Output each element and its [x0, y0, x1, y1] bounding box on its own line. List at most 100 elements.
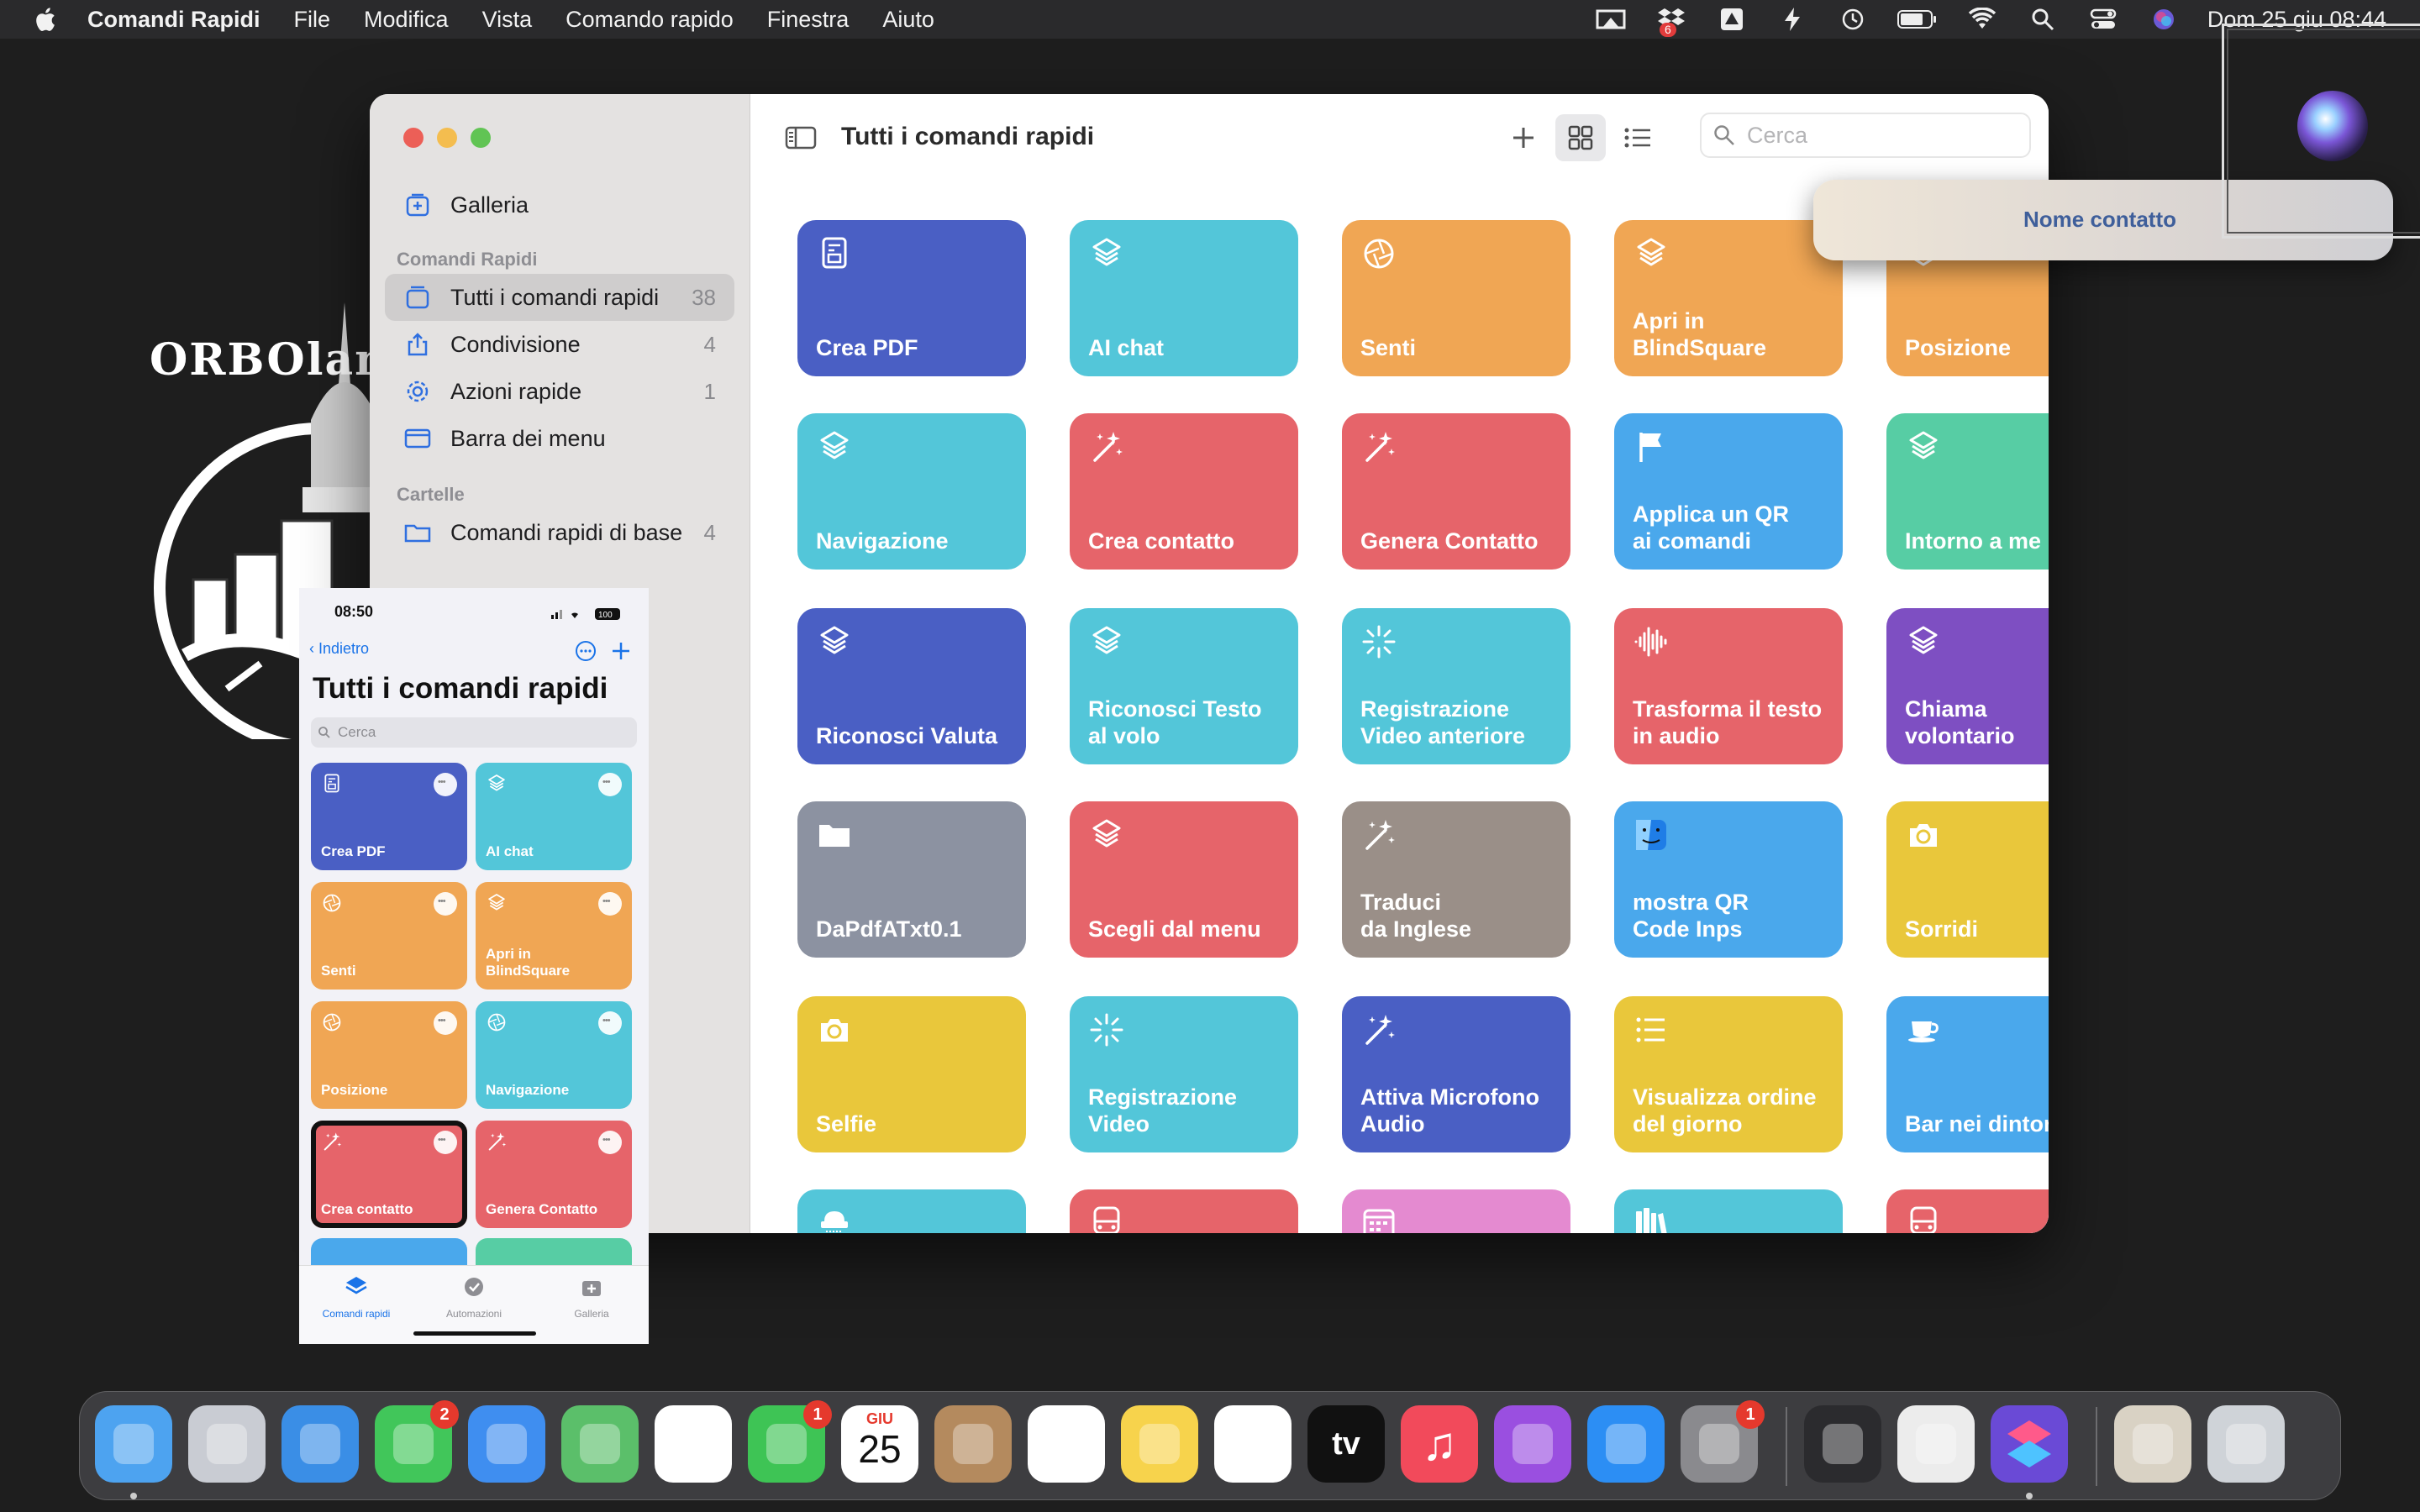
shortcut-tile[interactable]: Registrazione Video anteriore: [1342, 608, 1570, 764]
time-machine-icon[interactable]: [1836, 7, 1870, 32]
phone-add-icon[interactable]: [610, 640, 632, 662]
shortcut-tile[interactable]: Bar nei dintorni: [1886, 996, 2049, 1152]
dock-app-quicktime[interactable]: [1804, 1405, 1881, 1483]
apple-menu-icon[interactable]: [32, 6, 57, 33]
shortcut-tile[interactable]: Traduci da Inglese: [1342, 801, 1570, 958]
dock-app-launchpad[interactable]: [188, 1405, 266, 1483]
add-shortcut-button[interactable]: [1498, 114, 1549, 161]
dock-app-cestino[interactable]: [2207, 1405, 2285, 1483]
search-input[interactable]: [1745, 121, 2018, 150]
shortcut-tile[interactable]: Senti: [1342, 220, 1570, 376]
phone-tab-shortcuts[interactable]: Comandi rapidi: [306, 1308, 407, 1320]
shortcut-tile[interactable]: Visualizza ordine del giorno: [1614, 996, 1843, 1152]
more-options-icon[interactable]: [434, 1131, 457, 1154]
shortcut-tile[interactable]: Scarica file: [797, 1189, 1026, 1233]
shortcut-tile[interactable]: Applica un QR ai comandi: [1614, 413, 1843, 570]
more-options-icon[interactable]: [434, 892, 457, 916]
control-center-icon[interactable]: [2086, 7, 2120, 32]
drive-icon[interactable]: [1715, 7, 1749, 32]
sidebar-item-galleria[interactable]: Galleria: [385, 181, 734, 228]
spotlight-icon[interactable]: [2026, 7, 2060, 32]
shortcut-tile[interactable]: AI chat: [1070, 220, 1298, 376]
dock-app-apple-tv[interactable]: tv: [1307, 1405, 1385, 1483]
menu-comando-rapido[interactable]: Comando rapido: [566, 7, 734, 33]
bolt-icon[interactable]: [1776, 7, 1809, 32]
more-options-icon[interactable]: [598, 892, 622, 916]
phone-back-button[interactable]: ‹ Indietro: [309, 640, 369, 658]
shortcut-tile[interactable]: DaPdfATxt0.1: [797, 801, 1026, 958]
menu-vista[interactable]: Vista: [482, 7, 533, 33]
grid-view-button[interactable]: [1555, 114, 1606, 161]
dock-app-mail[interactable]: [468, 1405, 545, 1483]
shortcut-tile[interactable]: Selfie: [797, 996, 1026, 1152]
more-options-icon[interactable]: [434, 1011, 457, 1035]
dock-app-freeform[interactable]: [1214, 1405, 1292, 1483]
phone-tab-gallery[interactable]: Galleria: [541, 1308, 642, 1320]
more-options-icon[interactable]: [598, 773, 622, 796]
shortcut-tile[interactable]: Crea PDF: [797, 220, 1026, 376]
phone-shortcut-tile[interactable]: Apri in BlindSquare: [476, 882, 632, 990]
more-options-icon[interactable]: [598, 1011, 622, 1035]
shortcut-tile[interactable]: Apri Safari Reader: [1614, 1189, 1843, 1233]
list-view-button[interactable]: [1612, 114, 1663, 161]
wifi-icon[interactable]: [1965, 7, 1999, 32]
shortcut-tile[interactable]: Trasforma il testo in audio: [1614, 608, 1843, 764]
more-options-icon[interactable]: [434, 773, 457, 796]
phone-shortcut-tile[interactable]: Crea contatto: [311, 1121, 467, 1228]
dock-app-safari[interactable]: [281, 1405, 359, 1483]
phone-shortcut-tile[interactable]: Genera Contatto: [476, 1121, 632, 1228]
sidebar-item-azioni-rapide[interactable]: Azioni rapide 1: [385, 368, 734, 415]
shortcut-tile[interactable]: Navigazione: [797, 413, 1026, 570]
shortcut-tile[interactable]: Sorridi: [1886, 801, 2049, 958]
dock-app-documenti[interactable]: [2114, 1405, 2191, 1483]
shortcut-tile[interactable]: Intorno a me: [1886, 413, 2049, 570]
search-field[interactable]: [1700, 113, 2031, 158]
zoom-window-button[interactable]: [471, 128, 491, 148]
phone-shortcut-tile[interactable]: Crea PDF: [311, 763, 467, 870]
shortcut-tile[interactable]: Registrazione Video: [1070, 996, 1298, 1152]
phone-search-field[interactable]: Cerca: [311, 717, 637, 748]
dock-app-contatti[interactable]: [934, 1405, 1012, 1483]
dock-app-messaggi[interactable]: 2: [375, 1400, 459, 1483]
close-window-button[interactable]: [403, 128, 424, 148]
dock-app-foto[interactable]: [655, 1405, 732, 1483]
phone-more-icon[interactable]: [573, 640, 598, 662]
menu-finestra[interactable]: Finestra: [767, 7, 850, 33]
shortcut-tile[interactable]: Prossimi eventi odierni nel calendario: [1342, 1189, 1570, 1233]
shortcut-tile[interactable]: Riconosci Valuta: [797, 608, 1026, 764]
toggle-sidebar-button[interactable]: [776, 114, 826, 161]
shortcut-tile[interactable]: Vai con i Mezzi al Sant'Alessio: [1886, 1189, 2049, 1233]
phone-shortcut-tile[interactable]: Posizione: [311, 1001, 467, 1109]
shortcut-tile[interactable]: Vai con i Mezzi a Casa: [1070, 1189, 1298, 1233]
sidebar-item-all-shortcuts[interactable]: Tutti i comandi rapidi 38: [385, 274, 734, 321]
minimize-window-button[interactable]: [437, 128, 457, 148]
phone-tab-automations[interactable]: Automazioni: [424, 1308, 524, 1320]
shortcut-tile[interactable]: Chiama volontario: [1886, 608, 2049, 764]
shortcut-tile[interactable]: Genera Contatto: [1342, 413, 1570, 570]
shortcut-tile[interactable]: Scegli dal menu: [1070, 801, 1298, 958]
phone-shortcut-tile[interactable]: Senti: [311, 882, 467, 990]
dock-app-podcast[interactable]: [1494, 1405, 1571, 1483]
dock-app-comandi-rapidi[interactable]: [1991, 1405, 2068, 1483]
sidebar-item-barra-dei-menu[interactable]: Barra dei menu: [385, 415, 734, 462]
shortcut-tile[interactable]: Riconosci Testo al volo: [1070, 608, 1298, 764]
siri-icon[interactable]: [2147, 7, 2181, 32]
dock-app-musica[interactable]: ♫: [1401, 1405, 1478, 1483]
dock-app-textedit[interactable]: [1897, 1405, 1975, 1483]
sidebar-folder-comandi-di-base[interactable]: Comandi rapidi di base 4: [385, 509, 734, 556]
phone-shortcut-tile[interactable]: AI chat: [476, 763, 632, 870]
sidebar-item-condivisione[interactable]: Condivisione 4: [385, 321, 734, 368]
dock-app-calendario[interactable]: GIU 25: [841, 1405, 918, 1483]
dock-app-promemoria[interactable]: [1028, 1405, 1105, 1483]
dock-app-facetime[interactable]: 1: [748, 1400, 832, 1483]
shortcut-tile[interactable]: Apri in BlindSquare: [1614, 220, 1843, 376]
menu-app-name[interactable]: Comandi Rapidi: [87, 7, 260, 33]
dock-app-app-store[interactable]: [1587, 1405, 1665, 1483]
dock-app-note[interactable]: [1121, 1405, 1198, 1483]
more-options-icon[interactable]: [598, 1131, 622, 1154]
menu-file[interactable]: File: [294, 7, 331, 33]
menu-aiuto[interactable]: Aiuto: [882, 7, 934, 33]
shortcut-tile[interactable]: Crea contatto: [1070, 413, 1298, 570]
phone-shortcut-tile[interactable]: Navigazione: [476, 1001, 632, 1109]
dropbox-icon[interactable]: 6: [1655, 7, 1688, 37]
